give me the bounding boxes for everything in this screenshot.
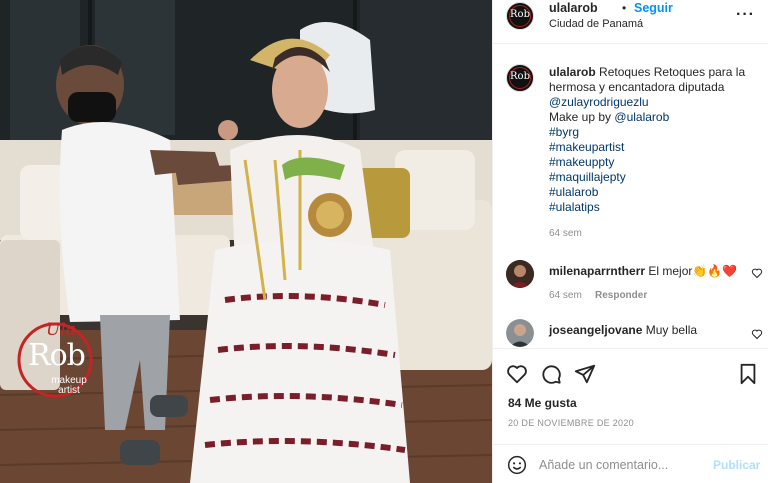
add-comment-bar: Publicar	[493, 444, 768, 483]
comment-like-heart-icon[interactable]	[751, 267, 763, 279]
commenter-avatar-image	[506, 260, 534, 288]
author-username[interactable]: ulalarob	[549, 1, 598, 15]
share-icon[interactable]	[574, 363, 596, 385]
avatar-logo-text: Rob	[510, 9, 530, 20]
watermark-logo: Ula Rob makeup artist	[10, 318, 108, 408]
post-side-panel: Rob ulalarob • Seguir Ciudad de Panamá ·…	[492, 0, 768, 483]
comment-username[interactable]: joseangeljovane	[549, 323, 642, 337]
comment-like-heart-icon[interactable]	[751, 328, 763, 340]
comment-icon[interactable]	[540, 363, 562, 385]
commenter-avatar[interactable]	[506, 260, 534, 288]
hashtag-link[interactable]: #ulalatips	[549, 200, 755, 215]
hashtag-link[interactable]: #maquillajepty	[549, 170, 755, 185]
caption-username[interactable]: ulalarob	[549, 65, 596, 79]
comment-text: milenaparrntherr El mejor👏🔥❤️	[549, 264, 737, 278]
comment-username[interactable]: milenaparrntherr	[549, 264, 645, 278]
watermark-main: Rob	[28, 338, 86, 373]
hashtag-link[interactable]: #ulalarob	[549, 185, 755, 200]
heart-icon[interactable]	[506, 363, 528, 385]
comment-text: joseangeljovane Muy bella	[549, 323, 697, 337]
author-avatar[interactable]: Rob	[506, 2, 534, 30]
caption-mention[interactable]: @zulayrodriguezlu	[549, 95, 755, 110]
comment-body: El mejor👏🔥❤️	[648, 264, 738, 278]
post-location[interactable]: Ciudad de Panamá	[549, 18, 643, 30]
avatar-logo-text: Rob	[510, 71, 530, 82]
caption-makeup-text: Make up by	[549, 110, 612, 124]
caption-makeup-line: Make up by @ulalarob	[549, 110, 669, 124]
post-header: Rob ulalarob • Seguir Ciudad de Panamá ·…	[493, 0, 768, 44]
caption-makeup-mention[interactable]: @ulalarob	[614, 110, 669, 124]
likes-count[interactable]: 84 Me gusta	[508, 396, 577, 410]
follow-button[interactable]: Seguir	[634, 1, 673, 15]
header-separator: •	[622, 1, 627, 15]
commenter-avatar[interactable]	[506, 319, 534, 347]
reply-button[interactable]: Responder	[595, 290, 647, 301]
watermark-script: Ula	[46, 320, 76, 340]
hashtag-link[interactable]: #makeupartist	[549, 140, 755, 155]
commenter-avatar-image	[506, 319, 534, 347]
more-icon[interactable]: ···	[736, 6, 755, 24]
comment-body: Muy bella	[645, 323, 698, 337]
caption-text: ulalarob Retoques Retoques para la hermo…	[549, 65, 755, 215]
publish-button[interactable]: Publicar	[713, 458, 760, 472]
watermark-sub: makeup artist	[51, 375, 87, 396]
bookmark-icon[interactable]	[737, 363, 759, 385]
post-photo[interactable]: Ula Rob makeup artist	[0, 0, 492, 483]
post-actions: 84 Me gusta 20 DE NOVIEMBRE DE 2020	[493, 348, 768, 444]
comments-section: Rob ulalarob Retoques Retoques para la h…	[493, 45, 768, 348]
comment-timestamp[interactable]: 64 sem	[549, 290, 582, 301]
add-comment-input[interactable]	[539, 454, 699, 476]
caption-avatar[interactable]: Rob	[506, 64, 534, 92]
post-date[interactable]: 20 DE NOVIEMBRE DE 2020	[508, 418, 634, 428]
instagram-post: Ula Rob makeup artist Rob ulalarob • Seg…	[0, 0, 768, 483]
hashtag-link[interactable]: #byrg	[549, 125, 755, 140]
emoji-icon[interactable]	[507, 455, 527, 475]
caption-timestamp[interactable]: 64 sem	[549, 228, 582, 239]
post-photo-scene	[0, 0, 492, 483]
hashtag-link[interactable]: #makeuppty	[549, 155, 755, 170]
